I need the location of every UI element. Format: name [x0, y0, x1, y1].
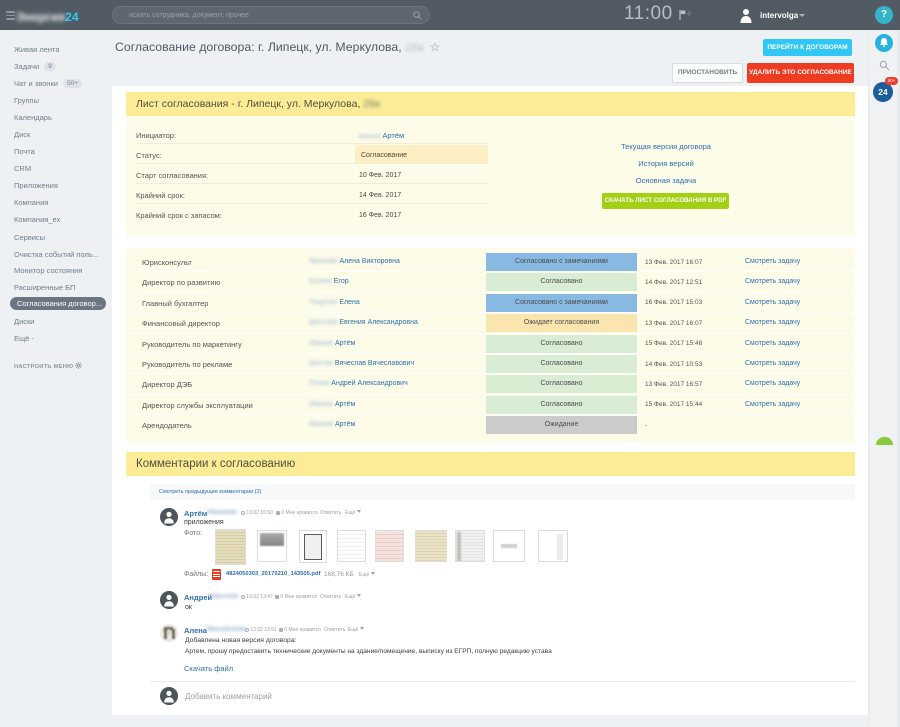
svg-text:0: 0	[688, 12, 691, 18]
